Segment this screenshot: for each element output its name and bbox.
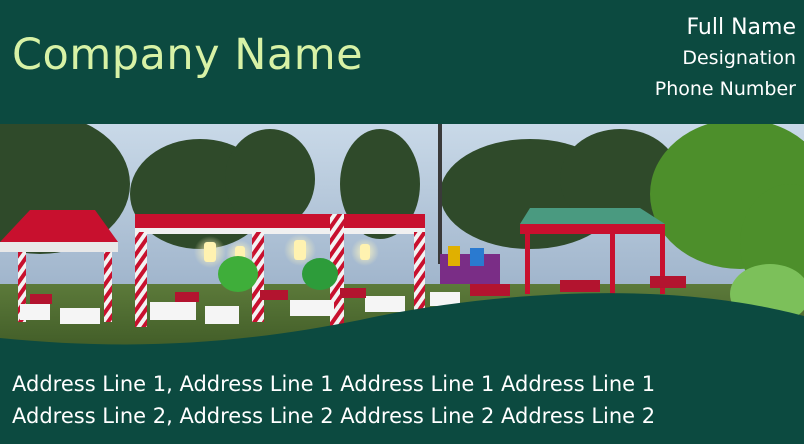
designation: Designation	[682, 47, 796, 69]
address-line-2: Address Line 2, Address Line 2 Address L…	[12, 404, 656, 428]
company-name: Company Name	[12, 30, 364, 80]
business-card: Company Name Full Name Designation Phone…	[0, 0, 804, 444]
contact-block: Full Name Designation Phone Number	[655, 12, 796, 105]
full-name: Full Name	[686, 15, 796, 40]
address-line-1: Address Line 1, Address Line 1 Address L…	[12, 372, 656, 396]
address-block: Address Line 1, Address Line 1 Address L…	[12, 368, 655, 432]
phone-number: Phone Number	[654, 78, 796, 100]
venue-photo	[0, 124, 804, 354]
